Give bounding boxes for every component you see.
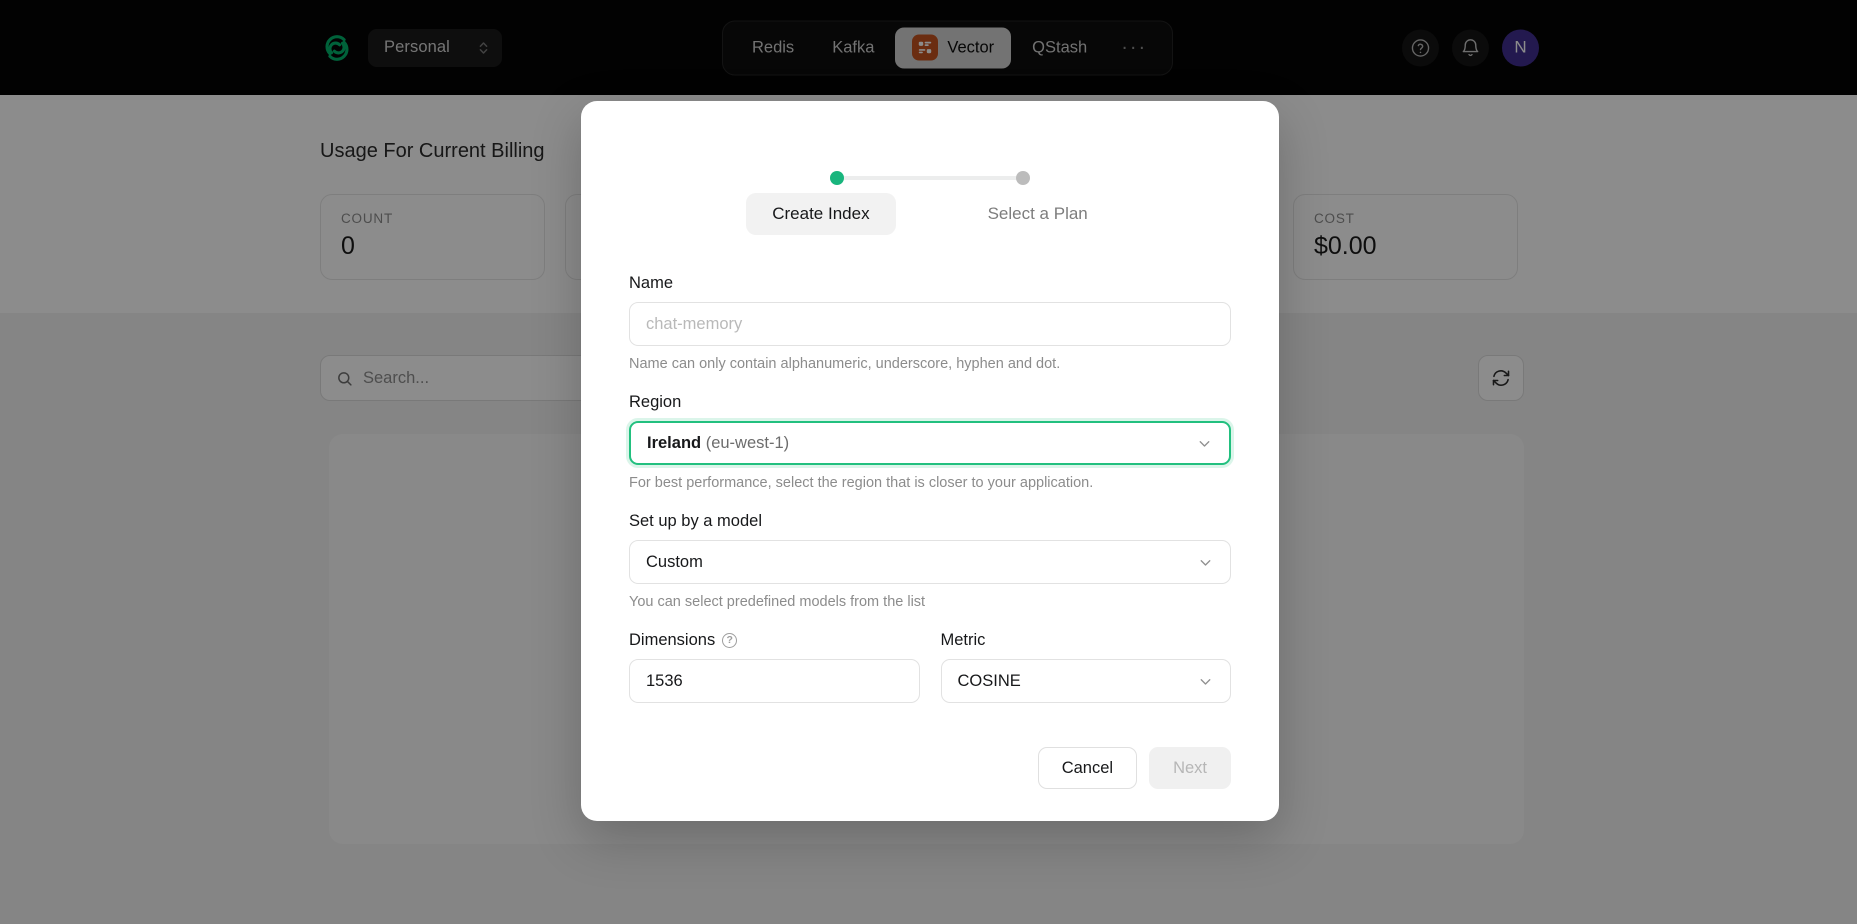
metric-label: Metric — [941, 631, 1232, 650]
region-select[interactable]: Ireland (eu-west-1) — [629, 421, 1231, 465]
question-circle-icon[interactable]: ? — [722, 633, 737, 648]
metric-select[interactable]: COSINE — [941, 659, 1232, 703]
field-model: Set up by a model Custom You can select … — [629, 512, 1231, 610]
tab-create-index[interactable]: Create Index — [746, 193, 895, 235]
name-input[interactable] — [629, 302, 1231, 346]
stepper-dot-inactive — [1016, 171, 1030, 185]
stepper-dot-active — [830, 171, 844, 185]
field-region: Region Ireland (eu-west-1) For best perf… — [629, 393, 1231, 491]
model-select[interactable]: Custom — [629, 540, 1231, 584]
create-index-modal: Create Index Select a Plan Name Name can… — [581, 101, 1279, 821]
region-value-code: (eu-west-1) — [706, 434, 789, 452]
region-value: Ireland (eu-west-1) — [647, 434, 789, 453]
region-hint: For best performance, select the region … — [629, 475, 1231, 491]
stepper — [830, 101, 1030, 171]
dimensions-label-row: Dimensions ? — [629, 631, 920, 650]
field-metric: Metric COSINE — [941, 631, 1232, 703]
name-label: Name — [629, 274, 1231, 293]
chevron-down-icon — [1196, 435, 1213, 452]
tab-select-a-plan[interactable]: Select a Plan — [962, 193, 1114, 235]
create-index-form: Name Name can only contain alphanumeric,… — [629, 274, 1231, 789]
name-hint: Name can only contain alphanumeric, unde… — [629, 356, 1231, 372]
dimensions-metric-row: Dimensions ? Metric COSINE — [629, 631, 1231, 703]
stepper-line — [843, 176, 1018, 180]
model-value: Custom — [646, 553, 703, 572]
field-dimensions: Dimensions ? — [629, 631, 920, 703]
chevron-down-icon — [1197, 673, 1214, 690]
dimensions-label: Dimensions — [629, 631, 715, 650]
cancel-button[interactable]: Cancel — [1038, 747, 1137, 789]
modal-actions: Cancel Next — [629, 747, 1231, 789]
dimensions-input[interactable] — [629, 659, 920, 703]
model-hint: You can select predefined models from th… — [629, 594, 1231, 610]
next-button[interactable]: Next — [1149, 747, 1231, 789]
model-label: Set up by a model — [629, 512, 1231, 531]
field-name: Name Name can only contain alphanumeric,… — [629, 274, 1231, 372]
region-label: Region — [629, 393, 1231, 412]
metric-value: COSINE — [958, 672, 1021, 691]
modal-tabs: Create Index Select a Plan — [629, 193, 1231, 235]
chevron-down-icon — [1197, 554, 1214, 571]
region-value-name: Ireland — [647, 434, 701, 452]
